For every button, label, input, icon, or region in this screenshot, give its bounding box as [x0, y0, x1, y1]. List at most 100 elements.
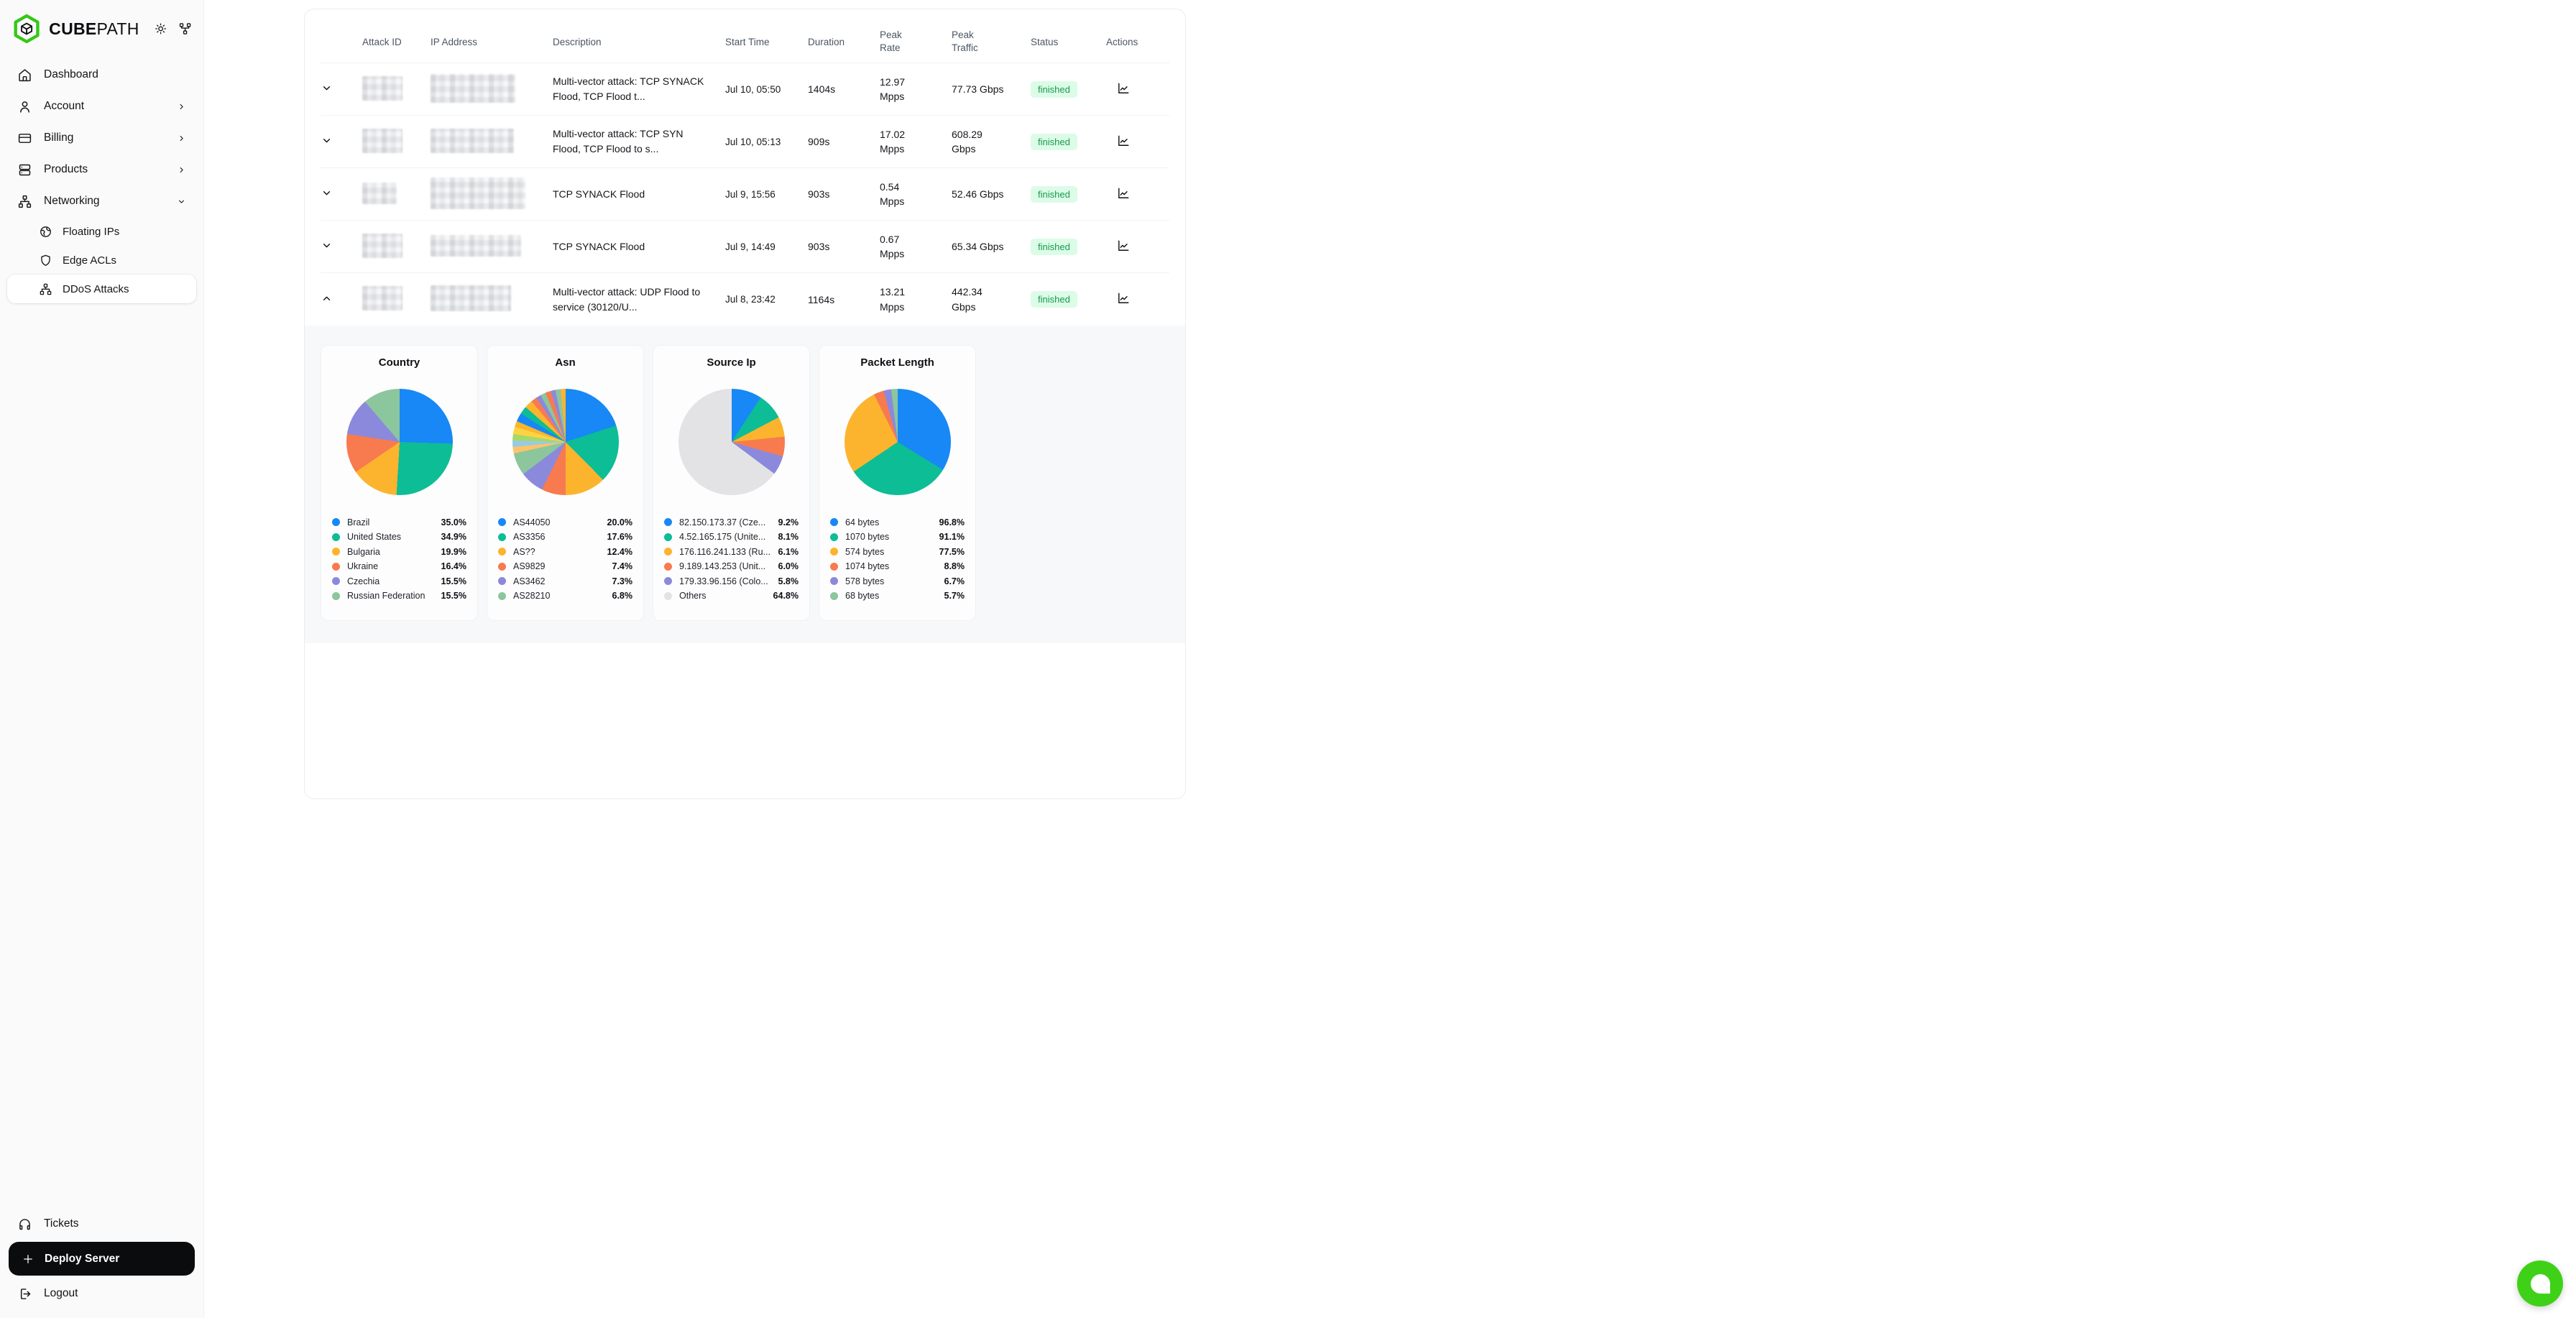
status-badge: finished	[1031, 81, 1077, 98]
legend-color-dot	[332, 577, 340, 585]
legend-item: 578 bytes 6.7%	[830, 575, 965, 588]
row-toggle[interactable]	[321, 134, 333, 147]
redacted-block	[362, 234, 402, 258]
brand-name: CUBEPATH	[49, 19, 139, 39]
legend-label: 9.189.143.253 (Unit...	[679, 561, 773, 571]
chart-panel: Packet Length 64 bytes 96.8%	[819, 345, 976, 621]
sidebar-item[interactable]: Products	[7, 154, 196, 185]
view-chart-action[interactable]	[1116, 186, 1131, 201]
globe-icon	[39, 225, 52, 239]
view-chart-action[interactable]	[1116, 134, 1131, 148]
legend-item: 82.150.173.37 (Cze... 9.2%	[664, 516, 799, 529]
legend-label: 179.33.96.156 (Colo...	[679, 576, 773, 586]
legend-value: 96.8%	[939, 517, 965, 527]
attack-description: TCP SYNACK Flood	[553, 239, 725, 254]
peak-traffic: 442.34 Gbps	[952, 285, 1031, 314]
chevron-down-icon	[177, 197, 186, 206]
legend-value: 9.2%	[778, 517, 799, 527]
sidebar-item[interactable]: Networking	[7, 185, 196, 217]
chart-title: Source Ip	[663, 356, 800, 370]
legend-color-dot	[664, 592, 672, 600]
row-toggle[interactable]	[321, 239, 333, 252]
pie-chart	[512, 389, 619, 495]
pie-chart	[678, 389, 785, 495]
table-row[interactable]: Multi-vector attack: UDP Flood to servic…	[321, 273, 1169, 326]
row-toggle[interactable]	[321, 82, 333, 94]
legend-color-dot	[498, 548, 506, 556]
chart-panel: Asn AS44050 20.0%	[487, 345, 644, 621]
chevron-right-icon	[177, 134, 186, 143]
deploy-server-button[interactable]: Deploy Server	[9, 1242, 195, 1276]
server-icon	[17, 162, 32, 178]
row-toggle[interactable]	[321, 292, 333, 305]
view-chart-action[interactable]	[1116, 81, 1131, 96]
legend-label: 82.150.173.37 (Cze...	[679, 517, 773, 527]
pie-chart	[845, 389, 951, 495]
redacted-block	[362, 286, 402, 310]
view-chart-action[interactable]	[1116, 239, 1131, 253]
peak-rate: 17.02 Mpps	[880, 127, 952, 157]
redacted-block	[431, 235, 521, 257]
sidebar-subitem[interactable]: DDoS Attacks	[7, 275, 196, 303]
attack-id-redacted	[362, 183, 431, 206]
legend-color-dot	[332, 518, 340, 526]
col-status: Status	[1031, 37, 1106, 47]
sidebar-item[interactable]: Account	[7, 91, 196, 122]
col-attack-id: Attack ID	[362, 37, 431, 47]
sidebar-item-label: Account	[44, 100, 84, 113]
legend-color-dot	[664, 548, 672, 556]
attack-id-redacted	[362, 286, 431, 313]
row-toggle[interactable]	[321, 187, 333, 199]
sidebar-item-label: Networking	[44, 195, 100, 208]
tickets-label: Tickets	[44, 1217, 79, 1230]
table-row[interactable]: TCP SYNACK Flood Jul 9, 14:49 903s 0.67 …	[321, 221, 1169, 273]
peak-traffic: 608.29 Gbps	[952, 127, 1031, 157]
sidebar-item-logout[interactable]: Logout	[7, 1278, 196, 1309]
legend-color-dot	[498, 533, 506, 541]
legend-color-dot	[830, 533, 838, 541]
network-icon	[17, 194, 32, 209]
legend-color-dot	[664, 577, 672, 585]
legend-item: 64 bytes 96.8%	[830, 516, 965, 529]
theme-toggle-icon[interactable]	[154, 22, 167, 36]
table-row[interactable]: Multi-vector attack: TCP SYN Flood, TCP …	[321, 116, 1169, 168]
legend-value: 64.8%	[773, 591, 799, 601]
legend-color-dot	[664, 533, 672, 541]
sidebar-item-label: Products	[44, 163, 88, 176]
duration: 903s	[808, 188, 880, 200]
legend-value: 5.7%	[944, 591, 965, 601]
table-row[interactable]: TCP SYNACK Flood Jul 9, 15:56 903s 0.54 …	[321, 168, 1169, 221]
chevron-right-icon	[177, 102, 186, 111]
chat-bubble-button[interactable]	[2517, 1261, 2563, 1307]
table-row[interactable]: Multi-vector attack: TCP SYNACK Flood, T…	[321, 63, 1169, 116]
credit-card-icon	[17, 131, 32, 146]
legend-value: 6.8%	[612, 591, 633, 601]
status-badge: finished	[1031, 291, 1077, 308]
legend-label: AS28210	[513, 591, 607, 601]
sidebar-subitem[interactable]: Edge ACLs	[7, 246, 196, 275]
topology-view-icon[interactable]	[178, 22, 192, 36]
legend-color-dot	[332, 563, 340, 571]
legend-value: 6.1%	[778, 547, 799, 557]
sidebar-item-tickets[interactable]: Tickets	[7, 1208, 196, 1240]
legend-value: 20.0%	[607, 517, 632, 527]
legend-label: AS??	[513, 547, 602, 557]
view-chart-action[interactable]	[1116, 291, 1131, 305]
table-body: Multi-vector attack: TCP SYNACK Flood, T…	[305, 63, 1185, 326]
sidebar-item[interactable]: Dashboard	[7, 59, 196, 91]
sidebar-subitem[interactable]: Floating IPs	[7, 217, 196, 246]
attack-id-redacted	[362, 234, 431, 260]
legend-value: 35.0%	[441, 517, 466, 527]
sidebar-subitem-label: DDoS Attacks	[63, 283, 129, 295]
legend-label: AS44050	[513, 517, 602, 527]
legend-label: Czechia	[347, 576, 436, 586]
chart-title: Asn	[497, 356, 634, 370]
sidebar-item[interactable]: Billing	[7, 122, 196, 154]
peak-traffic: 65.34 Gbps	[952, 239, 1031, 254]
sidebar-subitem-label: Edge ACLs	[63, 254, 116, 267]
legend-item: 179.33.96.156 (Colo... 5.8%	[664, 575, 799, 588]
col-peak-traffic: Peak Traffic	[952, 29, 1031, 55]
ddos-attacks-card: Attack ID IP Address Description Start T…	[304, 9, 1186, 799]
sidebar-subitem-label: Floating IPs	[63, 226, 119, 238]
logout-icon	[17, 1286, 32, 1301]
